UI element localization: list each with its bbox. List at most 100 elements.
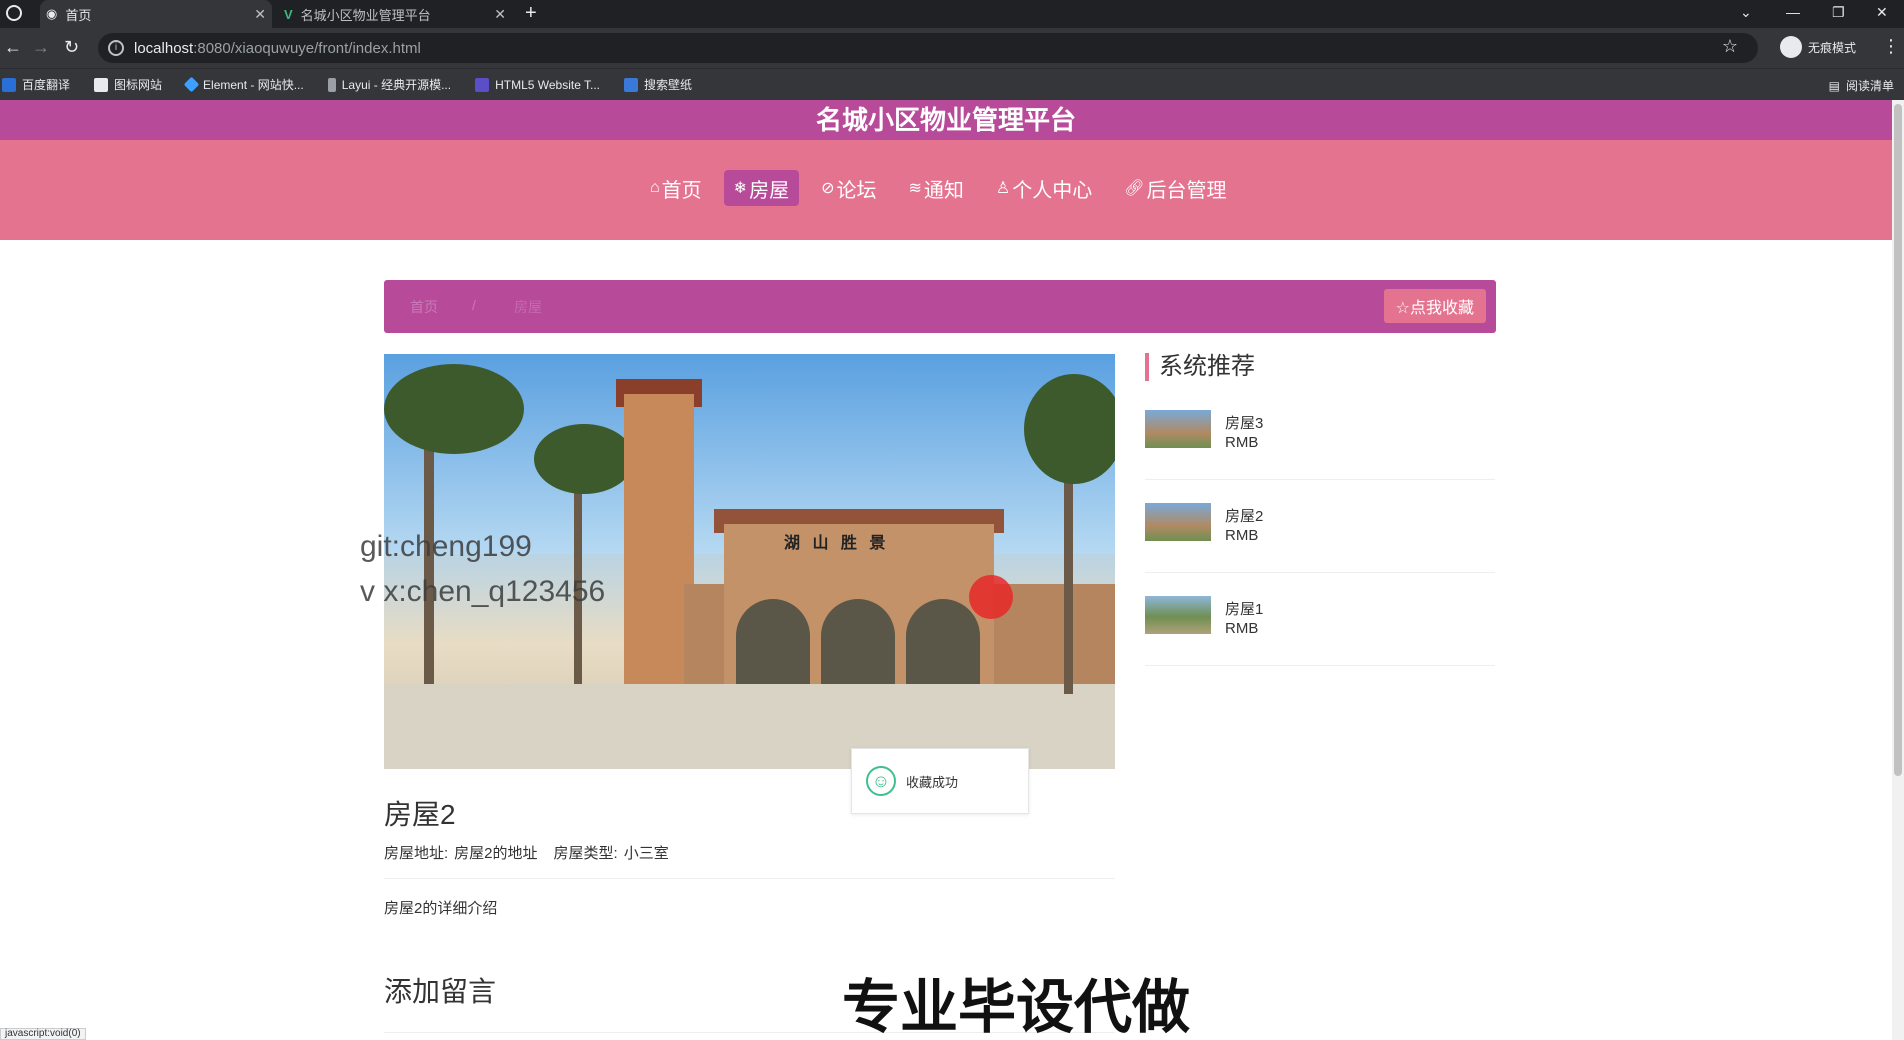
bookmarks-bar: 百度翻译 图标网站 Element - 网站快... Layui - 经典开源模… — [0, 68, 1904, 100]
page-viewport: 名城小区物业管理平台 ⌂ 首页 ❄ 房屋 ⊘ 论坛 ≋ 通知 ♙ 个人中心 🔗︎… — [0, 100, 1904, 1040]
nav-user-center[interactable]: ♙ 个人中心 — [986, 170, 1102, 206]
scrollbar-thumb[interactable] — [1894, 104, 1902, 776]
nav-house[interactable]: ❄ 房屋 — [723, 170, 800, 206]
recommend-thumbnail[interactable] — [1145, 410, 1211, 448]
forward-button[interactable]: → — [32, 37, 50, 58]
user-icon: ♙ — [995, 180, 1011, 197]
browser-tab-home[interactable]: ◉ 首页 ✕ — [40, 0, 272, 28]
breadcrumb: 首页 / 房屋 ☆点我收藏 — [384, 280, 1496, 333]
url-host: localhost — [134, 39, 194, 57]
palm-tree — [384, 364, 524, 454]
tab-title: 名城小区物业管理平台 — [300, 7, 431, 23]
bookmark-label: Element - 网站快... — [203, 78, 304, 92]
nav-label: 个人中心 — [1012, 179, 1093, 202]
toast-message: ☺ 收藏成功 — [851, 748, 1029, 814]
main-nav: ⌂ 首页 ❄ 房屋 ⊘ 论坛 ≋ 通知 ♙ 个人中心 🔗︎ 后台管理 — [0, 140, 1892, 240]
url-path: :8080/xiaoquwuye/front/index.html — [193, 39, 421, 57]
address-value: 房屋2的地址 — [454, 845, 538, 862]
browser-tab-platform[interactable]: V 名城小区物业管理平台 ✕ — [280, 0, 512, 28]
click-indicator — [969, 575, 1013, 619]
minimize-button[interactable]: — — [1786, 4, 1800, 20]
back-button[interactable]: ← — [4, 37, 22, 58]
reading-list-label: 阅读清单 — [1845, 79, 1894, 93]
house-detail: 房屋2的详细介绍 — [384, 900, 498, 917]
recommend-thumbnail[interactable] — [1145, 503, 1211, 541]
snowflake-icon: ❄ — [733, 180, 748, 197]
bookmark-item[interactable]: 图标网站 — [94, 76, 162, 93]
translate-icon — [2, 77, 16, 92]
recommend-name: 房屋1 — [1225, 601, 1264, 618]
nav-admin[interactable]: 🔗︎ 后台管理 — [1114, 170, 1236, 206]
breadcrumb-home[interactable]: 首页 — [410, 297, 438, 317]
restore-button[interactable]: ❐ — [1832, 4, 1845, 21]
layui-icon — [327, 77, 336, 92]
reload-button[interactable]: ↻ — [64, 37, 79, 58]
flag-icon — [94, 77, 109, 92]
recommend-item[interactable]: 房屋1 RMB — [1145, 586, 1495, 666]
browser-menu-icon[interactable]: ⋮ — [1882, 36, 1900, 57]
recommend-item[interactable]: 房屋3 RMB — [1145, 400, 1495, 480]
page-scrollbar[interactable] — [1892, 100, 1904, 1040]
comment-section-title: 添加留言 — [384, 976, 497, 1007]
photo-gate-sign: 湖 山 胜 景 — [784, 535, 890, 552]
recommend-price: RMB — [1225, 620, 1259, 637]
bookmark-star-icon[interactable]: ☆ — [1722, 36, 1738, 57]
nav-label: 房屋 — [749, 179, 790, 202]
notice-icon: ≋ — [908, 180, 922, 197]
promo-watermark: 专业毕设代做 — [842, 975, 1191, 1040]
close-tab-icon[interactable]: ✕ — [254, 6, 266, 23]
smile-icon: ☺ — [866, 766, 896, 796]
photo-arch — [736, 599, 810, 694]
breadcrumb-separator: / — [472, 297, 476, 313]
type-label: 房屋类型: — [553, 845, 618, 862]
photo-arch — [906, 599, 980, 694]
divider — [384, 878, 1115, 879]
favorite-button[interactable]: ☆点我收藏 — [1383, 289, 1486, 323]
new-tab-button[interactable]: + — [525, 2, 537, 25]
bookmark-item[interactable]: HTML5 Website T... — [475, 77, 601, 92]
incognito-icon — [1780, 36, 1802, 58]
recommend-name: 房屋3 — [1225, 415, 1264, 432]
palm-tree — [1024, 374, 1115, 484]
nav-label: 首页 — [661, 179, 702, 202]
palm-tree — [534, 424, 634, 494]
site-info-icon[interactable]: i — [108, 40, 124, 56]
recommend-price: RMB — [1225, 434, 1259, 451]
palm-trunk — [574, 464, 582, 684]
house-meta: 房屋地址: 房屋2的地址 房屋类型: 小三室 — [384, 842, 675, 863]
site-title: 名城小区物业管理平台 — [0, 100, 1892, 140]
vue-icon: V — [284, 6, 293, 22]
nav-notice[interactable]: ≋ 通知 — [898, 170, 973, 206]
browser-logo-icon — [6, 5, 22, 21]
home-icon: ⌂ — [650, 179, 660, 196]
nav-forum[interactable]: ⊘ 论坛 — [811, 170, 886, 206]
incognito-label: 无痕模式 — [1808, 40, 1857, 55]
bookmark-item[interactable]: Element - 网站快... — [183, 76, 304, 93]
link-icon: 🔗︎ — [1124, 180, 1145, 197]
recommend-title: 系统推荐 — [1145, 353, 1255, 381]
address-bar[interactable]: i localhost :8080/xiaoquwuye/front/index… — [98, 33, 1758, 63]
close-tab-icon[interactable]: ✕ — [494, 6, 506, 23]
reading-list-button[interactable]: ▤ 阅读清单 — [1829, 77, 1894, 94]
bookmark-label: Layui - 经典开源模... — [341, 78, 452, 92]
tab-title: 首页 — [65, 7, 92, 23]
tab-search-icon[interactable]: ⌄ — [1740, 4, 1752, 21]
nav-label: 通知 — [923, 179, 964, 202]
recommend-item[interactable]: 房屋2 RMB — [1145, 493, 1495, 573]
bookmark-item[interactable]: Layui - 经典开源模... — [327, 76, 452, 93]
nav-label: 后台管理 — [1146, 179, 1227, 202]
incognito-indicator[interactable]: 无痕模式 — [1780, 36, 1856, 58]
nav-home[interactable]: ⌂ 首页 — [640, 170, 712, 206]
globe-icon: ◉ — [46, 6, 58, 21]
type-value: 小三室 — [623, 845, 669, 862]
house-title: 房屋2 — [384, 799, 456, 830]
bookmark-item[interactable]: 搜索壁纸 — [624, 76, 692, 93]
nav-label: 论坛 — [836, 179, 877, 202]
status-bar-link: javascript:void(0) — [0, 1028, 86, 1040]
recommend-thumbnail[interactable] — [1145, 596, 1211, 634]
bookmark-item[interactable]: 百度翻译 — [2, 76, 70, 93]
reading-list-icon: ▤ — [1828, 78, 1840, 93]
bookmark-label: 搜索壁纸 — [644, 78, 693, 92]
close-window-button[interactable]: ✕ — [1876, 4, 1888, 21]
bookmark-label: HTML5 Website T... — [495, 77, 601, 92]
